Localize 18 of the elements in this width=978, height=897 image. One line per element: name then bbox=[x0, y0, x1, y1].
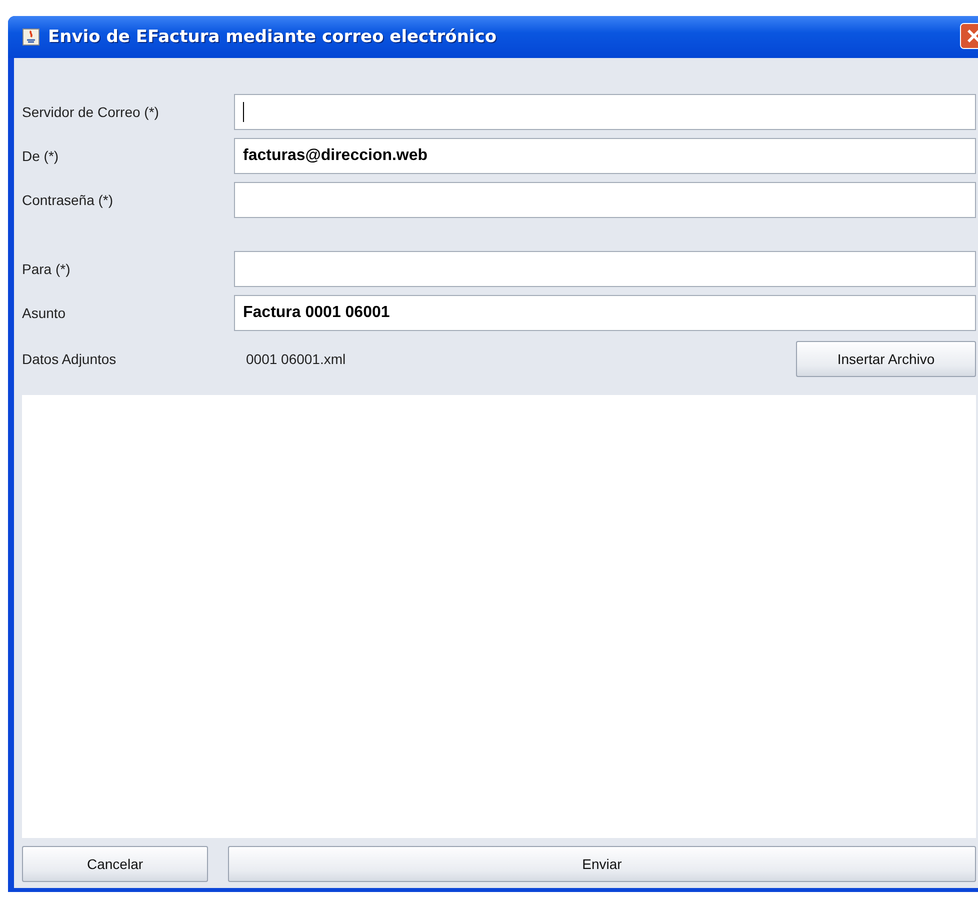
app-icon bbox=[22, 28, 40, 46]
input-field[interactable] bbox=[234, 251, 976, 287]
input-field[interactable] bbox=[234, 182, 976, 218]
send-button[interactable]: Enviar bbox=[228, 846, 976, 882]
window-title: Envio de EFactura mediante correo electrónico bbox=[48, 27, 496, 47]
attachment-filename: 0001 06001.xml bbox=[245, 351, 347, 367]
input-field[interactable]: facturas@direccion.web bbox=[234, 138, 976, 174]
field-label: Servidor de Correo (*) bbox=[22, 104, 160, 120]
cancel-button[interactable]: Cancelar bbox=[22, 846, 208, 882]
field-label: De (*) bbox=[22, 148, 60, 164]
field-label: Para (*) bbox=[22, 261, 72, 277]
insert-file-button[interactable]: Insertar Archivo bbox=[796, 341, 976, 377]
field-label: Contraseña (*) bbox=[22, 192, 114, 208]
field-label: Datos Adjuntos bbox=[22, 351, 118, 367]
input-field[interactable]: Factura 0001 06001 bbox=[234, 295, 976, 331]
input-field[interactable] bbox=[234, 94, 976, 130]
field-label: Asunto bbox=[22, 305, 67, 321]
message-body-field[interactable] bbox=[22, 395, 976, 838]
